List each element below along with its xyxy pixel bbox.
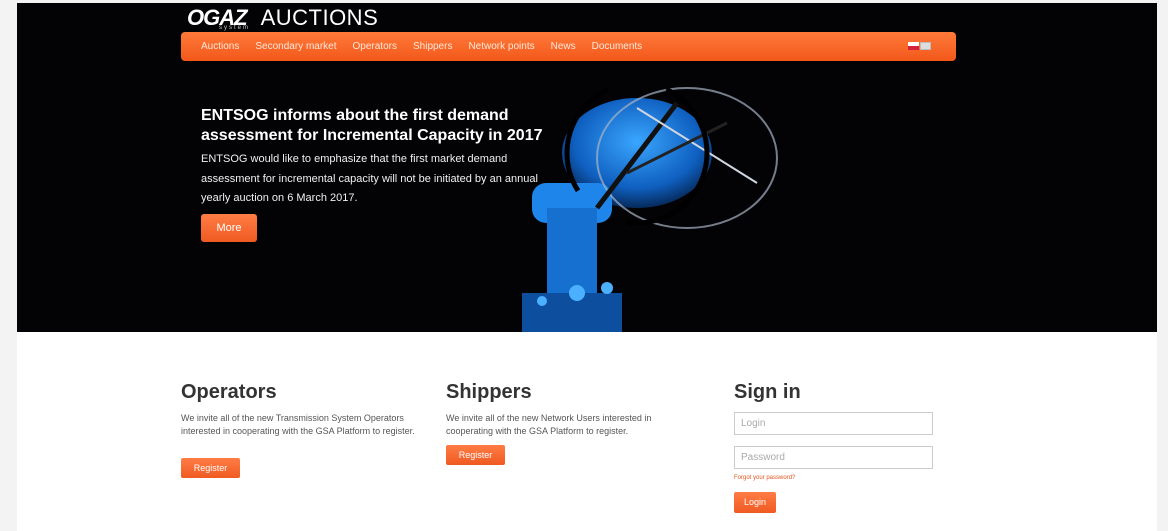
logo-subtext: system [219, 25, 251, 31]
forgot-password-link[interactable]: Forgot your password? [734, 475, 795, 481]
nav-item-secondary-market[interactable]: Secondary market [255, 41, 336, 52]
shippers-register-button[interactable]: Register [446, 445, 505, 465]
site-title: AUCTIONS [260, 5, 379, 30]
language-switcher [907, 42, 931, 50]
login-input[interactable] [734, 412, 933, 435]
operators-title: Operators [181, 381, 277, 403]
shippers-title: Shippers [446, 381, 532, 403]
operators-register-button[interactable]: Register [181, 458, 240, 478]
main-navbar: Auctions Secondary market Operators Ship… [181, 32, 956, 61]
nav-items: Auctions Secondary market Operators Ship… [201, 32, 658, 61]
login-button[interactable]: Login [734, 492, 776, 513]
nav-item-shippers[interactable]: Shippers [413, 41, 452, 52]
page: ENTSOG informs about the first demand as… [0, 0, 1168, 531]
english-flag-icon[interactable] [920, 42, 931, 50]
nav-item-operators[interactable]: Operators [353, 41, 397, 52]
password-input[interactable] [734, 446, 933, 469]
more-button[interactable]: More [201, 214, 257, 242]
nav-item-auctions[interactable]: Auctions [201, 41, 239, 52]
shippers-text: We invite all of the new Network Users i… [446, 413, 652, 436]
nav-item-news[interactable]: News [551, 41, 576, 52]
signin-title: Sign in [734, 381, 801, 403]
hero-body-text: ENTSOG would like to emphasize that the … [201, 153, 538, 204]
hero-headline: ENTSOG informs about the first demand as… [201, 107, 543, 144]
operators-text: We invite all of the new Transmission Sy… [181, 413, 415, 436]
nav-item-network-points[interactable]: Network points [468, 41, 534, 52]
polish-flag-icon[interactable] [908, 42, 919, 50]
logo[interactable]: OGAZ system AUCTIONS [187, 3, 378, 33]
nav-item-documents[interactable]: Documents [592, 41, 643, 52]
